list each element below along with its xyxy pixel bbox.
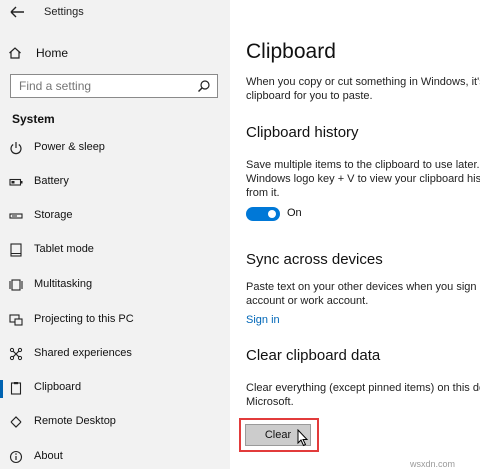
sidebar-item-label: Clipboard	[34, 381, 82, 393]
sidebar-item-label: Shared experiences	[34, 347, 132, 359]
tablet-icon	[10, 243, 22, 257]
clear-desc-line-1: Clear everything (except pinned items) o…	[246, 382, 480, 394]
power-icon	[10, 142, 22, 155]
search-box[interactable]	[10, 74, 218, 98]
sidebar-item-label: Battery	[34, 175, 69, 187]
sidebar: Settings Home System Power & sleep Batte…	[0, 0, 230, 469]
clear-heading: Clear clipboard data	[246, 347, 381, 364]
app-title: Settings	[44, 6, 84, 18]
history-desc-line-2: Windows logo key + V to view your clipbo…	[246, 173, 480, 185]
active-indicator	[0, 380, 3, 398]
toggle-knob	[268, 210, 276, 218]
sidebar-item-storage[interactable]: Storage	[0, 204, 230, 228]
toggle-state-label: On	[287, 207, 302, 219]
sidebar-item-label: Remote Desktop	[34, 415, 116, 427]
sidebar-item-home[interactable]: Home	[8, 44, 68, 62]
remote-desktop-icon	[10, 416, 22, 428]
sidebar-item-label: About	[34, 450, 63, 462]
back-arrow-icon[interactable]	[8, 4, 28, 20]
section-title: System	[12, 112, 55, 126]
sidebar-item-projecting[interactable]: Projecting to this PC	[0, 308, 230, 332]
sidebar-item-multitasking[interactable]: Multitasking	[0, 273, 230, 297]
sync-desc-line-1: Paste text on your other devices when yo…	[246, 281, 480, 293]
storage-icon	[9, 213, 23, 219]
sync-heading: Sync across devices	[246, 251, 383, 268]
history-desc-line-1: Save multiple items to the clipboard to …	[246, 159, 480, 171]
sidebar-item-tablet-mode[interactable]: Tablet mode	[0, 238, 230, 262]
sidebar-item-label: Projecting to this PC	[34, 313, 134, 325]
clipboard-history-toggle[interactable]	[246, 207, 280, 221]
sidebar-item-label: Power & sleep	[34, 141, 105, 153]
intro-text-line-2: clipboard for you to paste.	[246, 90, 373, 102]
sidebar-item-label: Multitasking	[34, 278, 93, 290]
intro-text-line-1: When you copy or cut something in Window…	[246, 76, 480, 88]
mouse-cursor-icon	[297, 429, 309, 447]
home-icon	[9, 47, 21, 59]
clipboard-history-heading: Clipboard history	[246, 124, 359, 141]
shared-icon	[9, 347, 23, 361]
sidebar-item-shared-experiences[interactable]: Shared experiences	[0, 342, 230, 366]
sidebar-item-power-sleep[interactable]: Power & sleep	[0, 136, 230, 160]
sync-desc-line-2: account or work account.	[246, 295, 369, 307]
sidebar-item-about[interactable]: About	[0, 445, 230, 469]
battery-icon	[9, 178, 23, 186]
page-title: Clipboard	[246, 40, 336, 63]
sidebar-item-battery[interactable]: Battery	[0, 170, 230, 194]
sign-in-link[interactable]: Sign in	[246, 314, 280, 326]
clipboard-icon	[10, 382, 22, 395]
sidebar-item-label: Storage	[34, 209, 73, 221]
search-icon[interactable]	[197, 79, 211, 93]
sidebar-item-label: Tablet mode	[34, 243, 94, 255]
projecting-icon	[9, 314, 23, 326]
clear-desc-line-2: Microsoft.	[246, 396, 294, 408]
multitasking-icon	[9, 279, 23, 291]
watermark: wsxdn.com	[410, 459, 456, 469]
info-icon	[9, 450, 23, 464]
sidebar-item-clipboard[interactable]: Clipboard	[0, 376, 230, 400]
main-content: Clipboard When you copy or cut something…	[230, 0, 480, 469]
sidebar-item-remote-desktop[interactable]: Remote Desktop	[0, 410, 230, 434]
search-input[interactable]	[19, 76, 197, 96]
home-label: Home	[36, 46, 69, 60]
history-desc-line-3: from it.	[246, 187, 280, 199]
